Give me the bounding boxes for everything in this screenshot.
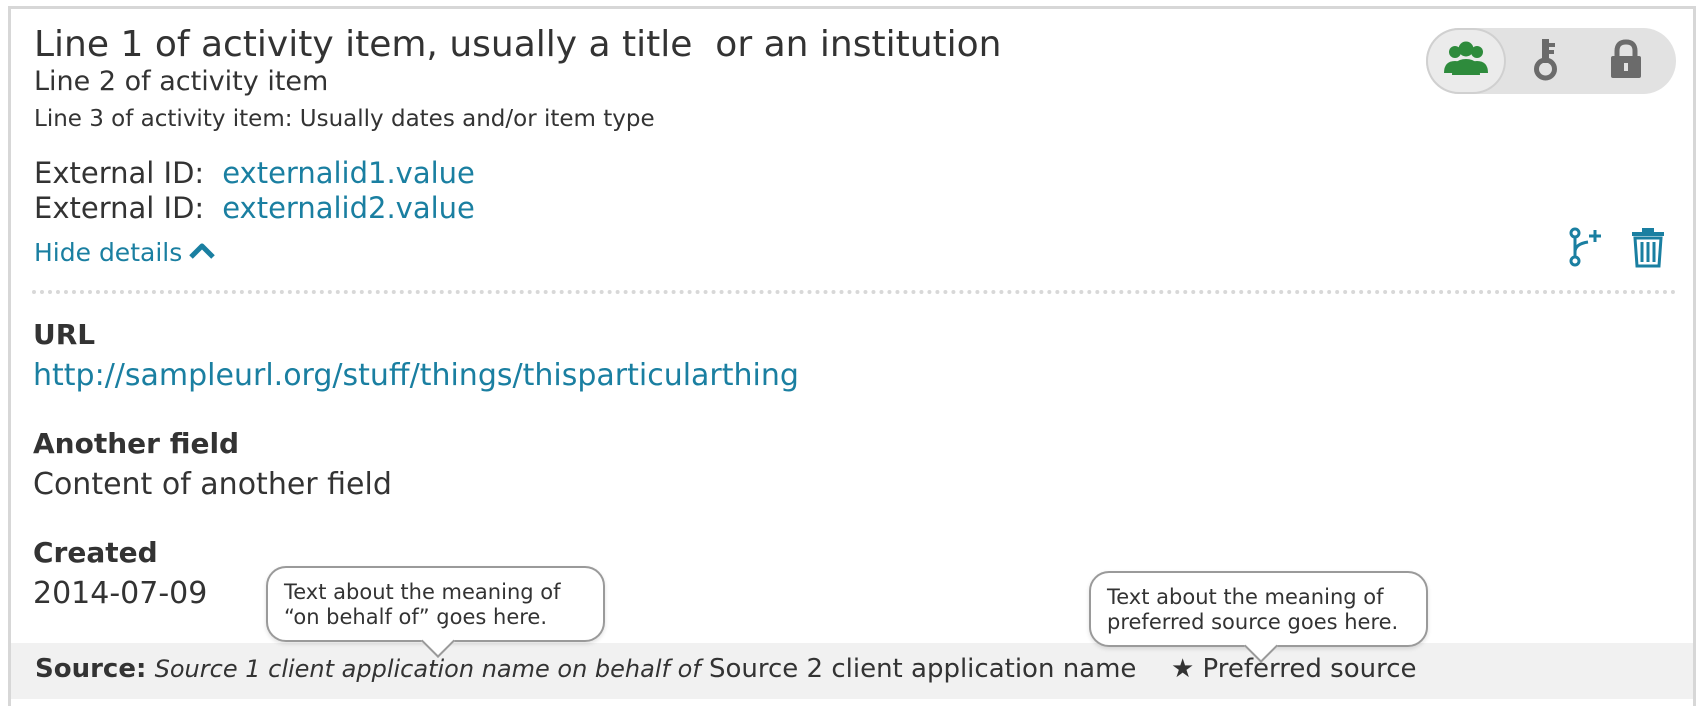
chevron-up-icon <box>188 238 216 267</box>
trash-icon[interactable] <box>1628 226 1668 272</box>
preferred-source-tooltip: Text about the meaning of preferred sour… <box>1089 571 1428 647</box>
activity-subtitle: Line 2 of activity item <box>34 66 329 97</box>
users-icon <box>1441 37 1491 85</box>
tooltip-line: Text about the meaning of <box>1107 585 1384 609</box>
visibility-private-option[interactable] <box>1586 28 1666 94</box>
url-link[interactable]: http://sampleurl.org/stuff/things/thispa… <box>33 358 799 393</box>
another-field-value: Content of another field <box>33 467 392 502</box>
url-field-label: URL <box>33 318 96 351</box>
source-client-name: Source 2 client application name <box>708 654 1137 684</box>
another-field-label: Another field <box>33 427 240 460</box>
tooltip-line: preferred source goes here. <box>1107 610 1399 634</box>
details-divider <box>32 290 1677 294</box>
hide-details-label: Hide details <box>34 238 183 267</box>
lock-icon <box>1601 37 1651 85</box>
branch-add-icon[interactable] <box>1566 226 1606 272</box>
created-label: Created <box>33 536 158 569</box>
source-line: Source: Source 1 client application name… <box>35 654 1417 684</box>
visibility-toggle <box>1426 28 1676 94</box>
external-id-row: External ID: externalid1.value <box>34 156 475 190</box>
external-id-link[interactable]: externalid1.value <box>222 156 475 190</box>
source-label: Source: <box>35 654 147 684</box>
on-behalf-tooltip: Text about the meaning of “on behalf of”… <box>266 566 605 642</box>
tooltip-line: “on behalf of” goes here. <box>284 605 548 629</box>
visibility-trusted-option[interactable] <box>1506 28 1586 94</box>
preferred-source-label: Preferred source <box>1202 654 1417 684</box>
hide-details-link[interactable]: Hide details <box>34 238 216 267</box>
external-id-row: External ID: externalid2.value <box>34 191 475 225</box>
external-id-label: External ID: <box>34 191 205 225</box>
external-id-label: External ID: <box>34 156 205 190</box>
activity-actions <box>1566 226 1668 272</box>
source-on-behalf: Source 1 client application name on beha… <box>154 655 701 683</box>
tooltip-line: Text about the meaning of <box>284 580 561 604</box>
created-value: 2014-07-09 <box>33 576 208 611</box>
star-icon: ★ <box>1170 654 1195 684</box>
source-bar: Source: Source 1 client application name… <box>11 643 1693 699</box>
visibility-everyone-option[interactable] <box>1426 28 1506 94</box>
activity-dates-type: Line 3 of activity item: Usually dates a… <box>34 106 655 132</box>
activity-title: Line 1 of activity item, usually a title… <box>34 24 1002 65</box>
key-icon <box>1521 37 1571 85</box>
external-id-link[interactable]: externalid2.value <box>222 191 475 225</box>
